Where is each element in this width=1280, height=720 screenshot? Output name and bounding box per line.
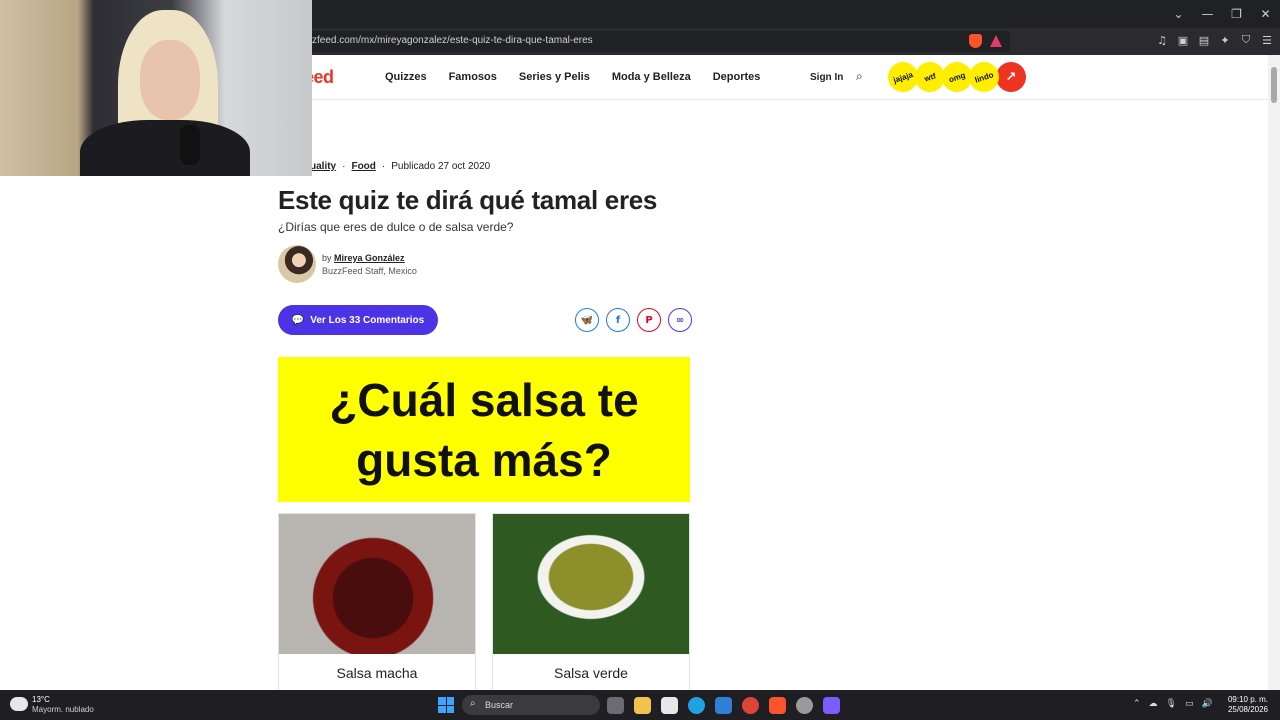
display-icon[interactable]: ▭: [1185, 699, 1194, 709]
option-label: Salsa verde: [554, 665, 628, 681]
quiz-option-salsa-macha[interactable]: Salsa macha: [278, 513, 476, 690]
author-role: BuzzFeed Staff, Mexico: [322, 266, 417, 276]
address-bar[interactable]: zfeed.com/mx/mireyagonzalez/este-quiz-te…: [300, 31, 1010, 52]
brave-rewards-icon[interactable]: [990, 35, 1002, 47]
salsa-verde-image: [493, 514, 689, 654]
search-icon: ⌕: [470, 698, 476, 709]
breadcrumb-separator: ·: [342, 161, 346, 172]
reaction-badges: jajaja wtf omg lindo ↗: [884, 58, 1026, 96]
salsa-macha-image: [279, 514, 475, 654]
author-byline: by Mireya González: [322, 253, 405, 263]
menu-icon[interactable]: ☰: [1260, 32, 1274, 48]
bluesky-icon[interactable]: 🦋: [575, 308, 599, 332]
comment-icon: 💬: [291, 314, 305, 326]
minimize-icon[interactable]: —: [1193, 0, 1222, 28]
nav-moda-y-belleza[interactable]: Moda y Belleza: [612, 71, 691, 83]
trending-icon[interactable]: ↗: [996, 62, 1026, 92]
weather-temperature[interactable]: 13°C: [32, 695, 50, 704]
search-icon[interactable]: ⌕: [856, 69, 868, 83]
chevron-up-icon[interactable]: ⌃: [1133, 699, 1141, 709]
volume-icon[interactable]: 🔊: [1202, 699, 1213, 709]
cloud-icon[interactable]: [10, 697, 28, 711]
scroll-thumb[interactable]: [1271, 67, 1277, 103]
url-text[interactable]: zfeed.com/mx/mireyagonzalez/este-quiz-te…: [312, 35, 593, 46]
breadcrumb-separator: ·: [381, 161, 386, 172]
taskbar-search-label: Buscar: [485, 700, 514, 710]
share-buttons: 🦋 f P ∞: [575, 308, 692, 332]
taskbar-apps: [607, 697, 840, 714]
article-title: Este quiz te dirá qué tamal eres: [278, 185, 658, 215]
clock-date[interactable]: 25/08/2026: [1228, 705, 1268, 714]
brave-icon[interactable]: [769, 697, 786, 714]
sign-in-link[interactable]: Sign In: [810, 72, 843, 83]
quiz-option-salsa-verde[interactable]: Salsa verde: [492, 513, 690, 690]
link-icon[interactable]: ∞: [668, 308, 692, 332]
webcam-person-face: [140, 40, 200, 120]
webcam-person-body: [80, 120, 250, 176]
brave-shield-icon[interactable]: [969, 34, 982, 48]
nav-famosos[interactable]: Famosos: [449, 71, 497, 83]
weather-description[interactable]: Mayorm. nublado: [32, 705, 94, 714]
nav-series-y-pelis[interactable]: Series y Pelis: [519, 71, 590, 83]
system-tray: ⌃ ☁ 🎙 ▭ 🔊: [1133, 699, 1213, 709]
facebook-icon[interactable]: f: [606, 308, 630, 332]
app-icon[interactable]: [823, 697, 840, 714]
nav-quizzes[interactable]: Quizzes: [385, 71, 427, 83]
mail-icon[interactable]: [715, 697, 732, 714]
windows-taskbar: 13°C Mayorm. nublado ⌕ Buscar ⌃ ☁ 🎙 ▭ 🔊 …: [0, 690, 1280, 720]
by-label: by: [322, 253, 332, 263]
url-icons: [969, 34, 1002, 48]
window-controls: ⌄ — ❐ ✕: [1164, 0, 1280, 28]
page-scrollbar[interactable]: [1268, 55, 1280, 690]
sidebar-icon[interactable]: ▣: [1176, 32, 1190, 48]
media-icon[interactable]: ♫: [1155, 32, 1169, 48]
close-icon[interactable]: ✕: [1251, 0, 1280, 28]
avatar[interactable]: [278, 245, 316, 283]
webcam-overlay: [0, 0, 312, 176]
breadcrumb-food[interactable]: Food: [351, 161, 375, 172]
breadcrumb-category[interactable]: uality: [310, 161, 336, 172]
chrome-icon[interactable]: [742, 697, 759, 714]
microphone: [180, 125, 200, 165]
vpn-icon[interactable]: ⛉: [1239, 32, 1253, 48]
onedrive-icon[interactable]: ☁: [1149, 699, 1158, 709]
clock-time[interactable]: 09:10 p. m.: [1228, 695, 1268, 704]
nav-deportes[interactable]: Deportes: [713, 71, 761, 83]
main-nav: Quizzes Famosos Series y Pelis Moda y Be…: [385, 71, 760, 83]
question-text: ¿Cuál salsa te gusta más?: [329, 373, 639, 486]
mic-icon[interactable]: 🎙: [1166, 699, 1177, 709]
task-view-icon[interactable]: [607, 697, 624, 714]
file-explorer-icon[interactable]: [634, 697, 651, 714]
author-name-link[interactable]: Mireya González: [334, 253, 405, 263]
app-icon[interactable]: [796, 697, 813, 714]
breadcrumb: uality · Food · Publicado 27 oct 2020: [310, 161, 490, 172]
taskbar-search[interactable]: ⌕ Buscar: [462, 695, 600, 715]
badge-lindo[interactable]: lindo: [965, 58, 1003, 96]
view-comments-label: Ver Los 33 Comentarios: [310, 314, 425, 326]
toolbar-right-icons: ♫ ▣ ▤ ✦ ⛉ ☰: [1155, 32, 1274, 48]
windows-start-icon[interactable]: [438, 697, 454, 713]
published-date: Publicado 27 oct 2020: [391, 161, 491, 172]
chevron-down-icon[interactable]: ⌄: [1164, 0, 1193, 28]
view-comments-button[interactable]: 💬 Ver Los 33 Comentarios: [278, 305, 438, 335]
restore-icon[interactable]: ❐: [1222, 0, 1251, 28]
article-subtitle: ¿Dirías que eres de dulce o de salsa ver…: [278, 220, 514, 234]
pinterest-icon[interactable]: P: [637, 308, 661, 332]
leo-ai-icon[interactable]: ✦: [1218, 32, 1232, 48]
option-label: Salsa macha: [336, 665, 418, 681]
store-icon[interactable]: [661, 697, 678, 714]
wallet-icon[interactable]: ▤: [1197, 32, 1211, 48]
question-banner: ¿Cuál salsa te gusta más?: [278, 357, 690, 502]
edge-icon[interactable]: [688, 697, 705, 714]
